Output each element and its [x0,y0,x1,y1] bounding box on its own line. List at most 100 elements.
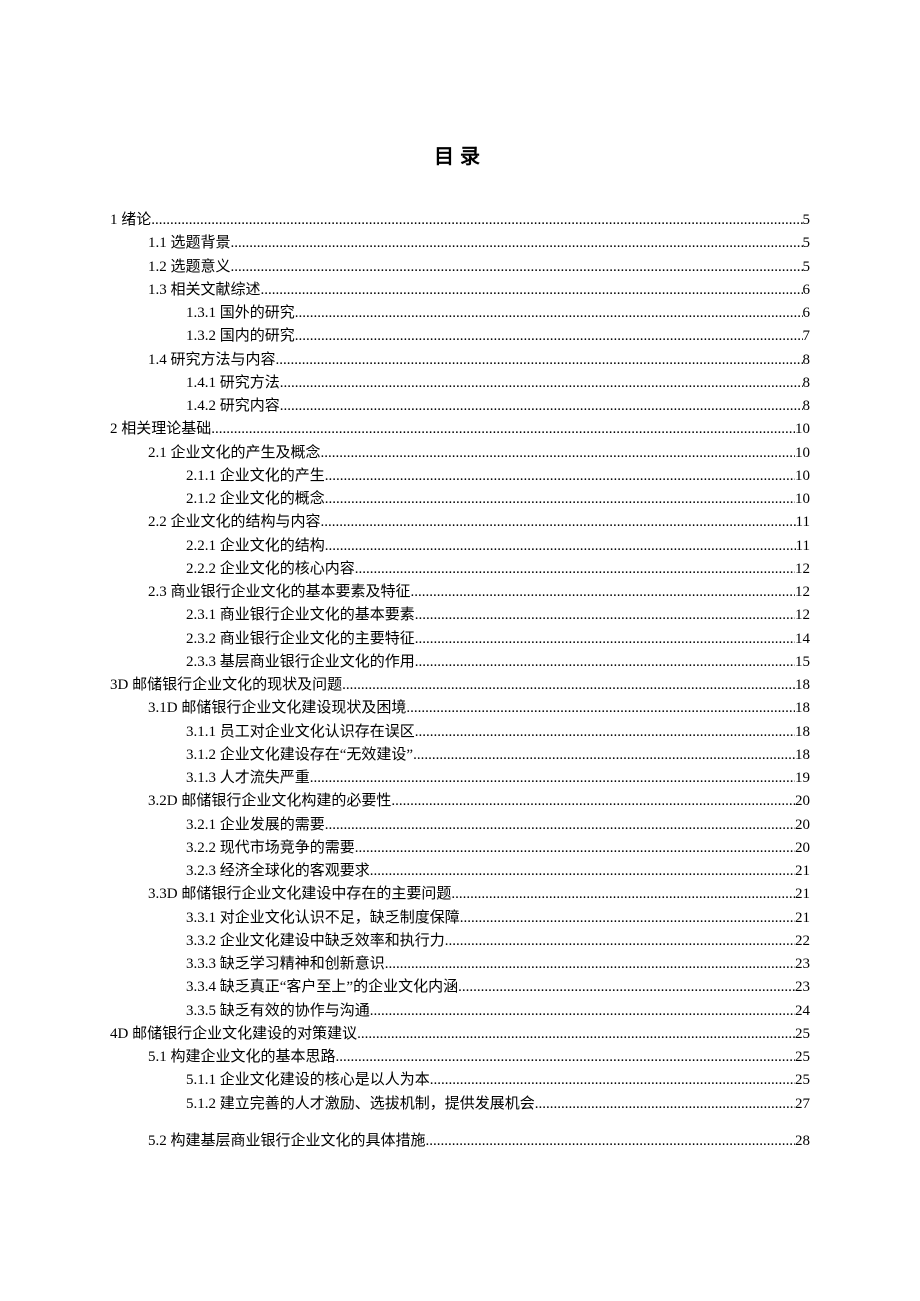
toc-leader-dots [295,302,803,325]
toc-entry: 4D 邮储银行企业文化建设的对策建议25 [110,1023,810,1046]
toc-entry-text: 选题背景 [171,232,231,255]
toc-entry-text: 企业文化建设的核心是以人为本 [220,1069,430,1092]
toc-entry: 3.3D 邮储银行企业文化建设中存在的主要问题 21 [110,883,810,906]
toc-entry-number: 1.1 [148,232,171,255]
toc-entry-page: 20 [795,814,810,837]
toc-leader-dots [370,860,795,883]
toc-entry-text: 企业发展的需要 [220,814,325,837]
toc-entry-number: 5.1.1 [186,1069,220,1092]
toc-leader-dots [415,721,795,744]
toc-entry-text: 邮储银行企业文化构建的必要性 [181,790,391,813]
toc-entry: 3D 邮储银行企业文化的现状及问题 18 [110,674,810,697]
toc-entry-page: 5 [803,209,811,232]
toc-entry-page: 7 [803,325,811,348]
toc-entry-page: 10 [795,488,810,511]
toc-entry-text: 基层商业银行企业文化的作用 [220,651,415,674]
toc-leader-dots [458,976,795,999]
toc-entry-page: 5 [803,232,811,255]
toc-leader-dots [321,442,795,465]
toc-entry: 3.1D 邮储银行企业文化建设现状及困境 18 [110,697,810,720]
toc-entry-number: 4D [110,1023,132,1046]
toc-entry: 2.2 企业文化的结构与内容11 [110,511,810,534]
toc-leader-dots [310,767,795,790]
toc-entry-page: 22 [795,930,810,953]
toc-leader-dots [342,674,795,697]
toc-leader-dots [325,814,795,837]
toc-entry-page: 28 [795,1130,810,1153]
toc-entry-text: 员工对企业文化认识存在误区 [220,721,415,744]
toc-entry-page: 5 [803,256,811,279]
toc-entry-number: 5.1 [148,1046,171,1069]
toc-leader-dots [280,372,803,395]
toc-entry: 1.4.2 研究内容 8 [110,395,810,418]
toc-entry: 3.1.2 企业文化建设存在“无效建设”18 [110,744,810,767]
toc-entry-number: 2.3.3 [186,651,220,674]
toc-title: 目录 [110,140,810,169]
toc-entry-number: 1 [110,209,121,232]
toc-entry-number: 1.4.2 [186,395,220,418]
toc-entry: 2.1.2 企业文化的概念 10 [110,488,810,511]
toc-entry-number: 2.1.2 [186,488,220,511]
toc-leader-dots [415,628,795,651]
toc-entry-page: 12 [795,604,810,627]
toc-entry-number: 2.1 [148,442,171,465]
toc-entry-page: 23 [795,953,810,976]
toc-entry: 5.1.2 建立完善的人才激励、选拔机制，提供发展机会 27 [110,1093,810,1116]
toc-entry-number: 1.4.1 [186,372,220,395]
toc-entry-number: 3.2.1 [186,814,220,837]
toc-entry-text: 企业文化的产生及概念 [171,442,321,465]
toc-entry-number: 3.3.3 [186,953,220,976]
toc-entry-text: 邮储银行企业文化建设中存在的主要问题 [181,883,451,906]
toc-entry-page: 18 [795,697,810,720]
toc-entry: 3.1.1 员工对企业文化认识存在误区 18 [110,721,810,744]
toc-entry-page: 12 [795,581,810,604]
toc-entry-text: 绪论 [121,209,151,232]
toc-entry-number: 2.1.1 [186,465,220,488]
toc-entry: 1.1 选题背景 5 [110,232,810,255]
toc-entry: 3.3.2 企业文化建设中缺乏效率和执行力 22 [110,930,810,953]
toc-entry-number: 3.3.5 [186,1000,220,1023]
toc-entry: 1.3.2 国内的研究7 [110,325,810,348]
toc-entry-page: 6 [803,302,811,325]
toc-entry: 5.1.1 企业文化建设的核心是以人为本25 [110,1069,810,1092]
toc-leader-dots [211,418,795,441]
toc-entry-text: 相关文献综述 [171,279,261,302]
toc-entry-text: 研究内容 [220,395,280,418]
toc-entry-number: 2.3.2 [186,628,220,651]
toc-entry-number: 1.2 [148,256,171,279]
toc-entry: 3.3.4 缺乏真正“客户至上”的企业文化内涵23 [110,976,810,999]
toc-entry-page: 25 [795,1046,810,1069]
toc-entry: 2.3.1 商业银行企业文化的基本要素 12 [110,604,810,627]
toc-entry-text: 人才流失严重 [220,767,310,790]
toc-entry-number: 3.1D [148,697,181,720]
toc-entry-text: 构建基层商业银行企业文化的具体措施 [171,1130,426,1153]
toc-leader-dots [276,349,803,372]
toc-entry: 3.2D 邮储银行企业文化构建的必要性 20 [110,790,810,813]
toc-leader-dots [231,232,803,255]
toc-entry-number: 3.2D [148,790,181,813]
toc-entry-page: 21 [795,860,810,883]
toc-entry-number: 3.1.3 [186,767,220,790]
toc-entry-page: 20 [795,837,810,860]
toc-entry-page: 10 [795,418,810,441]
toc-leader-dots [336,1046,795,1069]
toc-leader-dots [295,325,803,348]
toc-entry-number: 1.3.1 [186,302,220,325]
toc-entry: 2.3 商业银行企业文化的基本要素及特征12 [110,581,810,604]
toc-entry: 2.3.2 商业银行企业文化的主要特征 14 [110,628,810,651]
toc-entry-page: 19 [795,767,810,790]
toc-entry-page: 21 [795,907,810,930]
toc-entry-text: 邮储银行企业文化建设的对策建议 [132,1023,357,1046]
toc-leader-dots [355,558,795,581]
toc-entry-page: 11 [796,511,810,534]
toc-leader-dots [325,488,795,511]
toc-entry: 3.3.3 缺乏学习精神和创新意识23 [110,953,810,976]
toc-entry-page: 18 [795,744,810,767]
toc-entry-number: 1.3 [148,279,171,302]
toc-entry-page: 8 [803,349,811,372]
toc-entry-page: 18 [795,721,810,744]
toc-entry-text: 邮储银行企业文化的现状及问题 [132,674,342,697]
toc-entry-number: 5.1.2 [186,1093,220,1116]
toc-entry-text: 邮储银行企业文化建设现状及困境 [181,697,406,720]
toc-entry-text: 经济全球化的客观要求 [220,860,370,883]
